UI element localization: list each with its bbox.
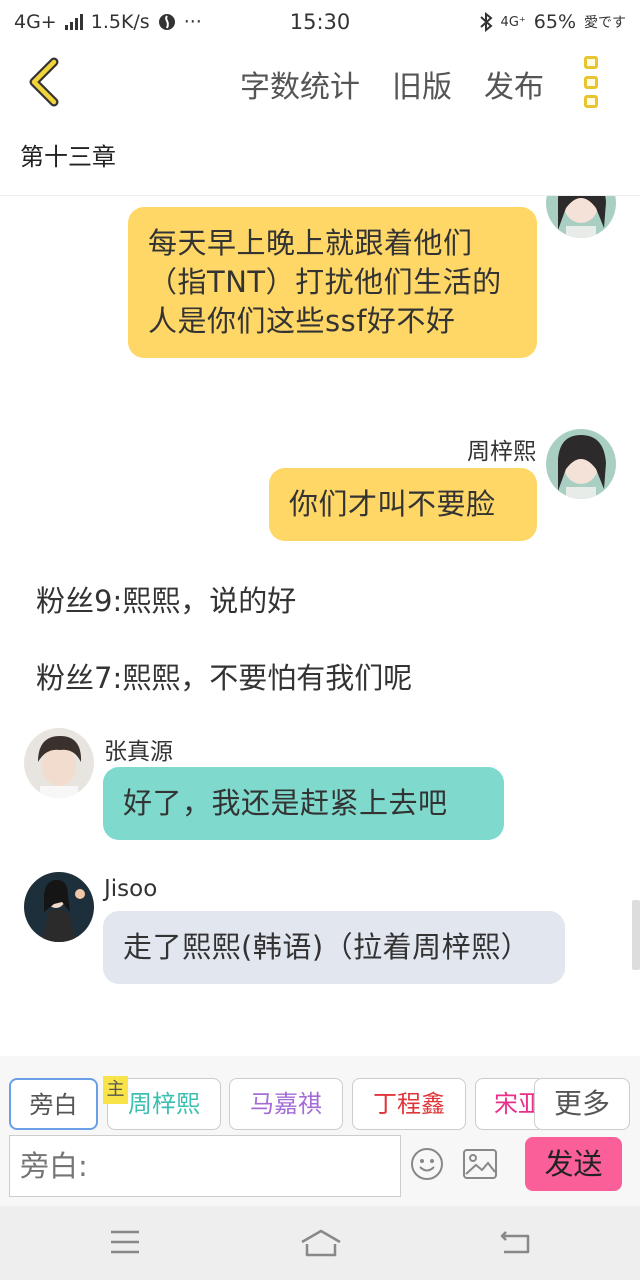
status-left: 4G+ 1.5K/s ···	[14, 11, 202, 33]
avatar-zhou-zixi-2	[546, 429, 616, 499]
more-menu-icon[interactable]	[578, 56, 604, 108]
word-count-button[interactable]: 字数统计	[240, 62, 360, 106]
message-text: 好了，我还是赶紧上去吧	[123, 786, 448, 820]
app-notification-icon	[158, 14, 175, 30]
network-speed: 1.5K/s	[90, 11, 150, 33]
image-icon[interactable]	[462, 1148, 498, 1180]
publish-button[interactable]: 发布	[484, 62, 544, 106]
message-bubble: 走了熙熙(韩语)（拉着周梓熙）	[103, 911, 565, 984]
role-selector: 旁白 主 周梓熙 马嘉祺 丁程鑫 宋亚 更多	[0, 1056, 640, 1130]
menu-icon[interactable]	[109, 1228, 141, 1256]
old-version-button[interactable]: 旧版	[392, 62, 452, 106]
avatar-jisoo	[24, 872, 94, 942]
role-chip-ding-chengxin[interactable]: 丁程鑫	[352, 1078, 466, 1130]
battery-level: 65%	[533, 11, 576, 33]
role-chip-ma-jiaqi[interactable]: 马嘉祺	[229, 1078, 343, 1130]
scrollbar[interactable]	[632, 900, 640, 970]
message-text: 每天早上晚上就跟着他们（指TNT）打扰他们生活的人是你们这些ssf好不好	[148, 226, 502, 338]
network-type-right: 4G⁺	[500, 14, 526, 30]
sender-name: Jisoo	[104, 876, 158, 902]
emoji-icon[interactable]	[409, 1146, 445, 1182]
back-nav-icon[interactable]	[498, 1228, 532, 1256]
chapter-title: 第十三章	[0, 124, 640, 196]
input-bar: 发送	[0, 1130, 640, 1206]
top-actions: 字数统计 旧版 发布	[240, 62, 544, 106]
bluetooth-icon	[479, 12, 493, 32]
carrier-label: 愛です	[584, 15, 626, 31]
narration-line: 粉丝7:熙熙，不要怕有我们呢	[36, 661, 413, 695]
status-bar: 4G+ 1.5K/s ··· 15:30 4G⁺ 65% 愛です	[0, 0, 640, 44]
sender-name: 周梓熙	[467, 439, 536, 465]
chat-area[interactable]: 每天早上晚上就跟着他们（指TNT）打扰他们生活的人是你们这些ssf好不好 周梓熙…	[0, 196, 640, 1056]
avatar-zhou-zixi-1	[546, 196, 616, 238]
message-bubble: 每天早上晚上就跟着他们（指TNT）打扰他们生活的人是你们这些ssf好不好	[128, 207, 537, 358]
avatar-zhang-zhenyuan	[24, 728, 94, 798]
back-icon[interactable]	[22, 56, 66, 108]
role-chip-narration[interactable]: 旁白	[9, 1078, 98, 1130]
narration-line: 粉丝9:熙熙，说的好	[36, 584, 297, 618]
send-button[interactable]: 发送	[525, 1137, 622, 1191]
status-right: 4G⁺ 65% 愛です	[479, 11, 626, 33]
message-bubble: 你们才叫不要脸	[269, 468, 537, 541]
system-navigation-bar	[0, 1206, 640, 1280]
network-type: 4G+	[14, 11, 57, 33]
top-navigation: 字数统计 旧版 发布	[0, 44, 640, 124]
message-bubble: 好了，我还是赶紧上去吧	[103, 767, 504, 840]
message-text: 走了熙熙(韩语)（拉着周梓熙）	[123, 930, 531, 964]
home-icon[interactable]	[299, 1228, 343, 1258]
more-roles-button[interactable]: 更多	[534, 1078, 630, 1130]
signal-icon	[64, 14, 83, 30]
more-notifications-icon: ···	[183, 11, 202, 33]
message-text: 你们才叫不要脸	[289, 487, 496, 521]
message-input[interactable]	[9, 1135, 401, 1197]
sender-name: 张真源	[104, 739, 173, 765]
host-badge: 主	[103, 1076, 128, 1104]
